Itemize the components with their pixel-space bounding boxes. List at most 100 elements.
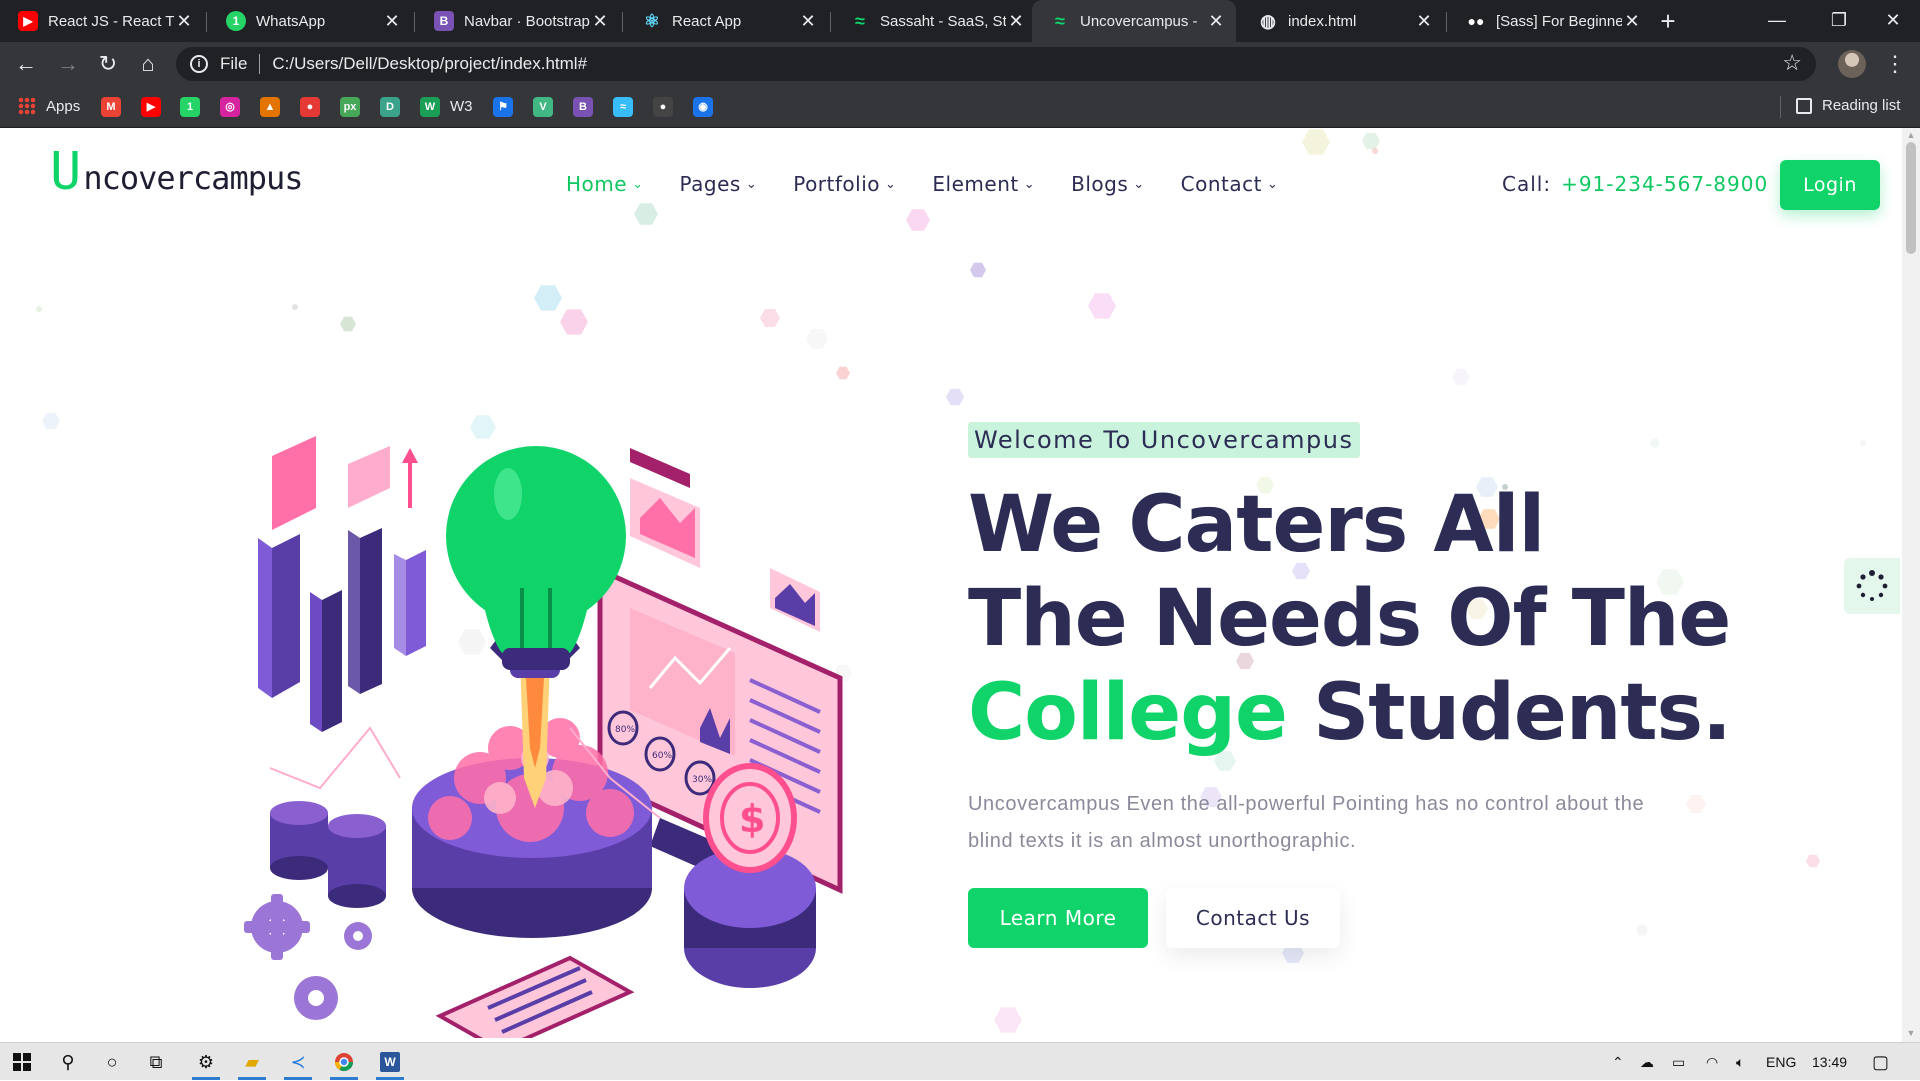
gmail-icon[interactable]: M xyxy=(101,97,121,117)
nav-item-element[interactable]: Element ⌄ xyxy=(932,172,1035,196)
learn-more-button[interactable]: Learn More xyxy=(968,888,1148,948)
webflow-icon[interactable]: W xyxy=(420,97,440,117)
login-button[interactable]: Login xyxy=(1780,160,1880,210)
word-icon[interactable]: W xyxy=(370,1047,410,1080)
site-logo[interactable]: U ncovercampus xyxy=(50,146,304,198)
close-icon[interactable]: ✕ xyxy=(174,11,194,32)
bookmark-w3[interactable]: W3 xyxy=(450,98,473,115)
chevron-down-icon: ⌄ xyxy=(1133,176,1145,192)
battery-icon[interactable]: ▭ xyxy=(1672,1043,1685,1081)
tray-chevron-icon[interactable]: ⌃ xyxy=(1612,1043,1624,1081)
scroll-up-arrow-icon[interactable]: ▲ xyxy=(1906,130,1916,140)
nav-item-contact[interactable]: Contact ⌄ xyxy=(1181,172,1279,196)
youtube-icon[interactable]: ▶ xyxy=(141,97,161,117)
tab-react-app[interactable]: ⚛ React App ✕ xyxy=(624,0,828,42)
decor-hexagon xyxy=(1452,368,1470,386)
decor-hexagon xyxy=(1636,924,1648,936)
d-icon[interactable]: D xyxy=(380,97,400,117)
bookmark-star-icon[interactable]: ☆ xyxy=(1782,50,1802,76)
tab-react-js[interactable]: ▶ React JS - React Tu ✕ xyxy=(0,0,204,42)
gear-icon xyxy=(344,922,372,950)
robot-icon[interactable]: ◉ xyxy=(693,97,713,117)
restore-button[interactable]: ❐ xyxy=(1808,0,1870,42)
nav-label: Element xyxy=(932,172,1019,196)
back-button[interactable]: ← xyxy=(10,48,42,80)
hero-description: Uncovercampus Even the all-powerful Poin… xyxy=(968,793,1645,852)
close-icon[interactable]: ✕ xyxy=(1414,11,1434,32)
tab-title: WhatsApp xyxy=(256,12,326,30)
notifications-icon[interactable]: ▢ xyxy=(1872,1043,1889,1081)
settings-side-widget[interactable] xyxy=(1844,558,1900,614)
tab-divider xyxy=(830,12,831,32)
tab-uncovercampus[interactable]: ≈ Uncovercampus - ✕ xyxy=(1032,0,1236,42)
tab-sass-beginners[interactable]: ●● [Sass] For Beginner ✕ xyxy=(1448,0,1652,42)
bootstrap-icon[interactable]: B xyxy=(573,97,593,117)
forward-button[interactable]: → xyxy=(52,48,84,80)
nav-item-home[interactable]: Home ⌄ xyxy=(566,172,643,196)
close-icon[interactable]: ✕ xyxy=(590,11,610,32)
cortana-icon[interactable]: ○ xyxy=(92,1047,132,1077)
scroll-thumb[interactable] xyxy=(1906,142,1916,254)
page-scrollbar[interactable]: ▲ ▼ xyxy=(1902,128,1920,1042)
close-icon[interactable]: ✕ xyxy=(382,11,402,32)
reload-button[interactable]: ↻ xyxy=(92,48,124,80)
nav-item-portfolio[interactable]: Portfolio ⌄ xyxy=(793,172,896,196)
browser-menu-icon[interactable]: ⋮ xyxy=(1884,48,1906,80)
close-icon[interactable]: ✕ xyxy=(798,11,818,32)
instagram-icon[interactable]: ◎ xyxy=(220,97,240,117)
address-bar[interactable]: i File C:/Users/Dell/Desktop/project/ind… xyxy=(176,47,1816,81)
tab-sassaht[interactable]: ≈ Sassaht - SaaS, Sta ✕ xyxy=(832,0,1036,42)
tab-whatsapp[interactable]: 1 WhatsApp ✕ xyxy=(208,0,412,42)
file-explorer-icon[interactable]: ▰ xyxy=(232,1047,272,1080)
vue-icon[interactable]: V xyxy=(533,97,553,117)
vscode-icon[interactable]: ≺ xyxy=(278,1047,318,1080)
close-icon[interactable]: ✕ xyxy=(1622,11,1642,32)
scroll-down-arrow-icon[interactable]: ▼ xyxy=(1906,1028,1916,1038)
phone-link[interactable]: +91-234-567-8900 xyxy=(1561,172,1768,196)
profile-avatar[interactable] xyxy=(1838,50,1866,78)
nav-label: Contact xyxy=(1180,172,1262,196)
nav-item-blogs[interactable]: Blogs ⌄ xyxy=(1071,172,1145,196)
record-icon[interactable]: ● xyxy=(300,97,320,117)
tab-divider xyxy=(622,12,623,32)
globe-icon: ◍ xyxy=(1260,10,1276,31)
close-icon[interactable]: ✕ xyxy=(1006,11,1026,32)
new-tab-button[interactable]: + xyxy=(1654,7,1682,35)
info-icon[interactable]: i xyxy=(190,55,208,73)
chrome-icon[interactable] xyxy=(324,1047,364,1080)
construction-icon[interactable]: ▲ xyxy=(260,97,280,117)
dollar-sign: $ xyxy=(739,797,765,841)
settings-gear-icon[interactable]: ⚙ xyxy=(186,1047,226,1080)
px-icon[interactable]: px xyxy=(340,97,360,117)
onedrive-icon[interactable]: ☁ xyxy=(1640,1043,1654,1081)
tab-index-html[interactable]: ◍ index.html ✕ xyxy=(1240,0,1444,42)
contact-us-button[interactable]: Contact Us xyxy=(1166,888,1340,948)
minimize-button[interactable]: — xyxy=(1746,0,1808,42)
tailwind-icon[interactable]: ≈ xyxy=(613,97,633,117)
tab-title: Sassaht - SaaS, Sta xyxy=(880,12,1006,30)
language-indicator[interactable]: ENG xyxy=(1766,1043,1796,1081)
task-view-icon[interactable]: ⧉ xyxy=(136,1047,176,1077)
chevron-down-icon: ⌄ xyxy=(885,176,897,192)
search-icon[interactable]: ⚲ xyxy=(48,1047,88,1077)
github-icon[interactable]: ● xyxy=(653,97,673,117)
flag-icon[interactable]: ⚑ xyxy=(493,97,513,117)
decor-hexagon xyxy=(42,412,60,430)
whatsapp-icon[interactable]: 1 xyxy=(180,97,200,117)
windows-taskbar: ⚲ ○ ⧉ ⚙ ▰ ≺ W ⌃ ☁ ▭ ◠ 🔈︎ ENG 13:49 ▢ xyxy=(0,1042,1920,1080)
close-icon[interactable]: ✕ xyxy=(1206,11,1226,32)
wifi-icon[interactable]: ◠ xyxy=(1706,1043,1718,1081)
nav-item-pages[interactable]: Pages ⌄ xyxy=(679,172,757,196)
tab-navbar-bootstrap[interactable]: B Navbar · Bootstrap ✕ xyxy=(416,0,620,42)
clock[interactable]: 13:49 xyxy=(1812,1043,1847,1081)
home-button[interactable]: ⌂ xyxy=(132,48,164,80)
close-window-button[interactable]: ✕ xyxy=(1862,0,1920,42)
decor-dot xyxy=(36,306,42,312)
bookmark-apps[interactable]: Apps xyxy=(18,97,80,115)
reading-list-button[interactable]: Reading list xyxy=(1796,97,1900,114)
windows-start-icon[interactable] xyxy=(2,1047,42,1077)
browser-tab-strip: ▶ React JS - React Tu ✕ 1 WhatsApp ✕ B N… xyxy=(0,0,1920,42)
volume-icon[interactable]: 🔈︎ xyxy=(1736,1043,1744,1081)
headline-line-1: We Caters All xyxy=(968,480,1545,570)
decor-hexagon xyxy=(634,203,658,225)
